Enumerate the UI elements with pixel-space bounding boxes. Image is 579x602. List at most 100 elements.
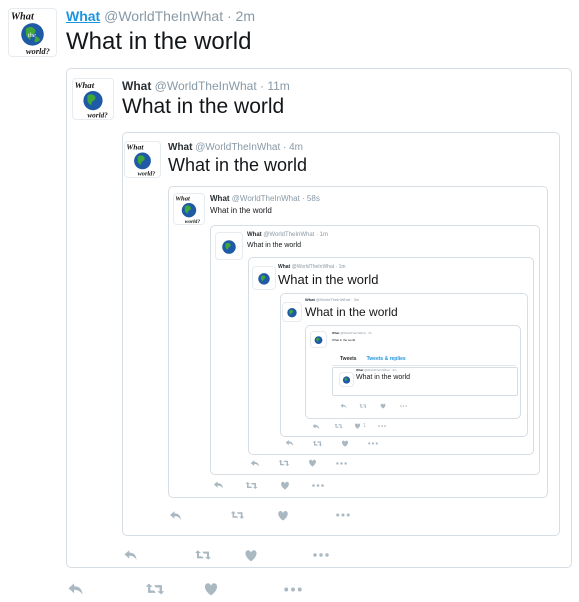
reply-icon[interactable] [202,480,235,490]
heart-icon[interactable] [268,481,301,490]
author-handle: @WorldTheInWhat [340,331,366,335]
heart-icon[interactable] [253,510,313,521]
more-icon[interactable] [327,461,356,465]
timestamp: · 3m [351,297,360,302]
heart-icon[interactable] [298,459,327,467]
svg-text:world?: world? [185,219,201,224]
avatar: What world? [173,193,205,225]
retweet-icon[interactable] [353,403,373,409]
what-in-the-world-logo [222,240,236,254]
tweet-header: What @WorldTheInWhat · 11m [122,79,290,93]
retweet-icon[interactable] [140,582,170,596]
author-handle: @WorldTheInWhat [263,232,315,238]
what-in-the-world-logo [287,308,297,318]
more-icon[interactable] [301,483,334,487]
heart-icon[interactable] [331,440,359,447]
tweet-text: What in the world [332,338,356,342]
what-in-the-world-logo [258,273,270,285]
timestamp: · 3m [390,368,397,372]
heart-icon[interactable]: 1 [349,423,371,429]
tweet-text: What in the world [278,272,379,287]
tweet-actions [202,477,334,493]
reply-icon[interactable] [275,439,303,447]
tab-tweets-replies[interactable]: Tweets & replies [367,356,406,365]
heart-icon[interactable] [218,549,284,562]
tweet-actions [160,506,373,524]
reply-icon[interactable] [160,510,191,521]
more-icon[interactable] [393,405,413,407]
reply-icon[interactable] [115,549,146,561]
what-in-the-world-logo [342,376,351,384]
more-icon[interactable] [371,425,393,427]
author-handle[interactable]: @WorldTheInWhat [104,8,223,24]
tweet-text: What in the world [168,155,308,175]
avatar [310,331,327,348]
tweet-header: What @WorldTheInWhat · 1m [278,264,346,270]
author-name: What [278,264,291,270]
what-in-the-world-logo: What the world? [11,11,50,56]
timestamp: · 4m [283,142,304,153]
author-handle: @WorldTheInWhat [315,297,350,302]
tweet-text: What in the world [66,28,252,55]
tweet-header: What @WorldTheInWhat · 3m [305,297,359,302]
tweet-actions [240,456,356,470]
timestamp: · 2h [366,331,372,335]
author-handle: @WorldTheInWhat [291,264,335,270]
more-icon[interactable] [313,513,373,517]
tweet-text: What in the world [356,374,411,381]
tweet-actions [333,401,413,411]
tab-tweets[interactable]: Tweets [340,356,357,365]
retweet-icon[interactable] [303,440,331,447]
tweet-header: What @WorldTheInWhat · 2h [332,331,372,335]
author-name: What [122,79,152,93]
tweet-text: What in the world [247,242,302,249]
tweet-text: What in the world [305,305,398,319]
retweet-icon[interactable] [327,423,349,429]
what-in-the-world-logo: What world? [175,196,201,224]
tweet-header: What @WorldTheInWhat · 1m [247,232,328,238]
author-handle: @WorldTheInWhat [231,194,300,203]
what-in-the-world-logo: What world? [75,80,109,119]
avatar [339,372,354,387]
avatar [215,232,243,260]
profile-tabs: Tweets Tweets & replies [332,352,516,366]
svg-text:world?: world? [87,111,108,119]
like-count: 1 [363,423,366,429]
author-name: What [332,331,340,335]
svg-text:world?: world? [26,46,50,56]
tweet-actions [60,578,334,600]
heart-icon[interactable] [373,403,393,409]
author-name[interactable]: What [66,8,100,24]
avatar: What world? [72,78,114,120]
svg-text:What: What [175,196,190,203]
more-icon[interactable] [284,553,358,557]
author-name: What [210,194,230,203]
author-name: What [168,142,193,153]
heart-icon[interactable] [170,582,252,596]
retweet-icon[interactable] [222,510,253,520]
reply-icon[interactable] [305,423,327,430]
svg-text:world?: world? [138,171,156,177]
timestamp: · 58s [302,194,320,203]
what-in-the-world-logo [314,336,323,344]
avatar[interactable]: What the world? [8,8,57,57]
what-in-the-world-logo: What world? [126,143,156,177]
tweet-actions [115,545,358,565]
author-handle: @WorldTheInWhat [364,368,390,372]
timestamp: · 1m [316,232,329,238]
tweet-header: What @WorldTheInWhat · 4m [168,142,303,153]
reply-icon[interactable] [240,459,269,468]
retweet-icon[interactable] [269,459,298,467]
more-icon[interactable] [252,587,334,592]
author-name: What [247,232,262,238]
author-name: What [305,297,315,302]
author-handle: @WorldTheInWhat [195,142,281,153]
retweet-icon[interactable] [187,549,218,561]
timestamp[interactable]: · 2m [227,8,255,24]
more-icon[interactable] [359,441,387,445]
retweet-icon[interactable] [235,481,268,490]
reply-icon[interactable] [60,582,90,596]
reply-icon[interactable] [333,403,353,409]
svg-text:What: What [126,143,144,152]
avatar [282,302,302,322]
